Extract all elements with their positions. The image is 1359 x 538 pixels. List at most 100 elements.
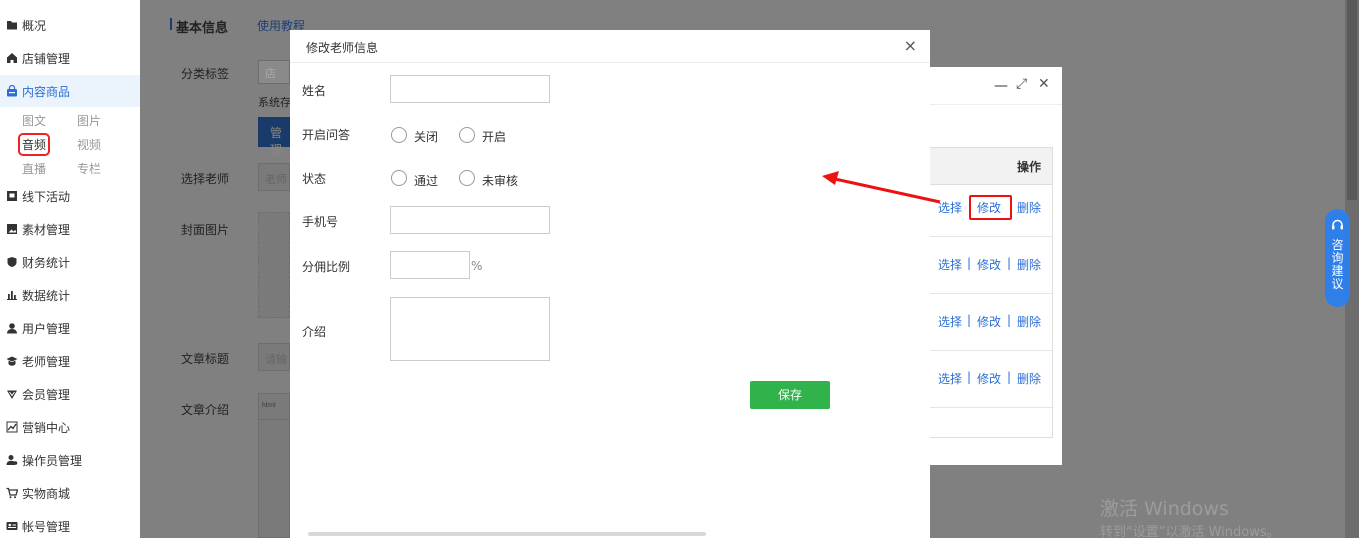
teacher-table-header: 操作 — [930, 148, 1052, 185]
row-2-select-link[interactable]: 选择 — [938, 256, 962, 273]
sidebar-item-data[interactable]: 数据统计 — [0, 279, 140, 311]
link-separator: | — [967, 256, 972, 270]
row-4-edit-link[interactable]: 修改 — [977, 370, 1001, 387]
page-scrollbar-thumb[interactable] — [1347, 0, 1357, 200]
sub-item-live[interactable]: 直播 — [22, 160, 46, 177]
row-divider — [930, 407, 1052, 408]
article-title-placeholder: 请输 — [265, 353, 287, 366]
sidebar-item-overview[interactable]: 概况 — [0, 9, 140, 41]
category-tag[interactable]: 店 — [258, 60, 290, 84]
commission-label: 分佣比例 — [302, 260, 351, 274]
cover-upload[interactable] — [258, 212, 290, 318]
row-divider — [930, 350, 1052, 351]
row-divider — [930, 293, 1052, 294]
sidebar-item-finance[interactable]: 财务统计 — [0, 246, 140, 278]
sidebar-item-mall[interactable]: 实物商城 — [0, 477, 140, 509]
category-label: 分类标签 — [181, 67, 230, 81]
sidebar-item-content[interactable]: 内容商品 — [0, 75, 140, 107]
sidebar-item-members[interactable]: 会员管理 — [0, 378, 140, 410]
windows-activation-subtitle: 转到“设置”以激活 Windows。 — [1100, 525, 1280, 538]
row-1-delete-link[interactable]: 删除 — [1017, 199, 1041, 216]
qa-label: 开启问答 — [302, 128, 351, 142]
qa-radio-off[interactable] — [391, 127, 407, 143]
flag-icon — [6, 190, 18, 202]
row-3-delete-link[interactable]: 删除 — [1017, 313, 1041, 330]
name-input[interactable] — [390, 75, 550, 103]
section-title-bar — [170, 18, 172, 30]
manage-button[interactable]: 管理 — [258, 117, 290, 157]
headset-icon — [1332, 219, 1343, 230]
sidebar-item-store[interactable]: 店铺管理 — [0, 42, 140, 74]
status-radio-pending[interactable] — [459, 170, 475, 186]
teacher-table: 操作 — [930, 147, 1053, 438]
teacher-select[interactable]: 老师 — [258, 163, 290, 191]
editor-toolbar: html — [259, 394, 289, 420]
row-2-edit-link[interactable]: 修改 — [977, 256, 1001, 273]
save-button[interactable]: 保存 — [750, 381, 830, 409]
chart-icon — [6, 289, 18, 301]
sidebar-item-users[interactable]: 用户管理 — [0, 312, 140, 344]
column-header-actions: 操作 — [1017, 160, 1042, 174]
sidebar-item-operators[interactable]: 操作员管理 — [0, 444, 140, 476]
trend-icon — [6, 421, 18, 433]
link-separator: | — [1007, 370, 1012, 384]
modal-horizontal-scrollbar[interactable] — [308, 532, 706, 536]
consult-label: 咨询建议 — [1331, 238, 1344, 291]
sidebar-item-offline[interactable]: 线下活动 — [0, 180, 140, 212]
windows-activation-title: 激活 Windows — [1100, 498, 1229, 520]
sidebar-item-material[interactable]: 素材管理 — [0, 213, 140, 245]
sidebar-item-label: 财务统计 — [22, 255, 71, 270]
sidebar-item-label: 营销中心 — [22, 420, 71, 435]
sidebar-item-account[interactable]: 帐号管理 — [0, 510, 140, 538]
commission-input[interactable] — [390, 251, 470, 279]
link-separator: | — [967, 370, 972, 384]
cart-icon — [6, 487, 19, 499]
modal-close-icon[interactable]: × — [904, 38, 917, 54]
sub-item-audio[interactable]: 音频 — [17, 133, 51, 156]
editor-html-tag: html — [262, 402, 276, 409]
minimize-icon[interactable]: — — [994, 78, 1008, 94]
qa-option-off-label: 关闭 — [414, 130, 439, 144]
row-4-select-link[interactable]: 选择 — [938, 370, 962, 387]
row-3-edit-link[interactable]: 修改 — [977, 313, 1001, 330]
link-separator: | — [1007, 256, 1012, 270]
sidebar-item-label: 老师管理 — [22, 354, 71, 369]
article-editor[interactable]: html — [258, 393, 290, 538]
category-tag-text: 店 — [265, 67, 276, 80]
sidebar-item-marketing[interactable]: 营销中心 — [0, 411, 140, 443]
article-title-input[interactable]: 请输 — [258, 343, 290, 371]
status-option-approved-label: 通过 — [414, 174, 439, 188]
teacher-select-placeholder: 老师 — [265, 173, 287, 186]
modal-header-divider — [290, 62, 930, 63]
sidebar-item-label: 内容商品 — [22, 84, 71, 99]
maximize-icon[interactable]: ⤢ — [1016, 76, 1027, 92]
sidebar-item-teachers[interactable]: 老师管理 — [0, 345, 140, 377]
phone-input[interactable] — [390, 206, 550, 234]
consult-suggestion-button[interactable]: 咨询建议 — [1325, 209, 1350, 307]
sub-item-column[interactable]: 专栏 — [77, 160, 101, 177]
sub-item-article[interactable]: 图文 — [22, 112, 46, 129]
select-teacher-label: 选择老师 — [181, 172, 230, 186]
close-icon[interactable]: ✕ — [1038, 76, 1050, 92]
intro-textarea[interactable] — [390, 297, 550, 361]
image-icon — [6, 223, 18, 235]
qa-radio-on[interactable] — [459, 127, 475, 143]
sub-item-video[interactable]: 视频 — [77, 136, 101, 153]
row-4-delete-link[interactable]: 删除 — [1017, 370, 1041, 387]
row-2-delete-link[interactable]: 删除 — [1017, 256, 1041, 273]
sidebar-item-label: 实物商城 — [22, 486, 71, 501]
qa-option-on-label: 开启 — [482, 130, 507, 144]
sidebar-item-label: 店铺管理 — [22, 51, 71, 66]
id-card-icon — [6, 520, 18, 532]
intro-label: 介绍 — [302, 325, 327, 339]
status-radio-approved[interactable] — [391, 170, 407, 186]
commission-unit: % — [471, 259, 483, 273]
sidebar: 概况 店铺管理 内容商品 图文 图片 音频 视频 直播 专栏 线下活动 素材管理… — [0, 0, 140, 538]
teacher-window-header: — ⤢ ✕ — [930, 67, 1062, 105]
manage-button-label: 管理 — [270, 126, 283, 157]
sub-item-picture[interactable]: 图片 — [77, 112, 101, 129]
status-label: 状态 — [302, 172, 327, 186]
home-icon — [6, 52, 18, 64]
row-3-select-link[interactable]: 选择 — [938, 313, 962, 330]
name-label: 姓名 — [302, 84, 327, 98]
